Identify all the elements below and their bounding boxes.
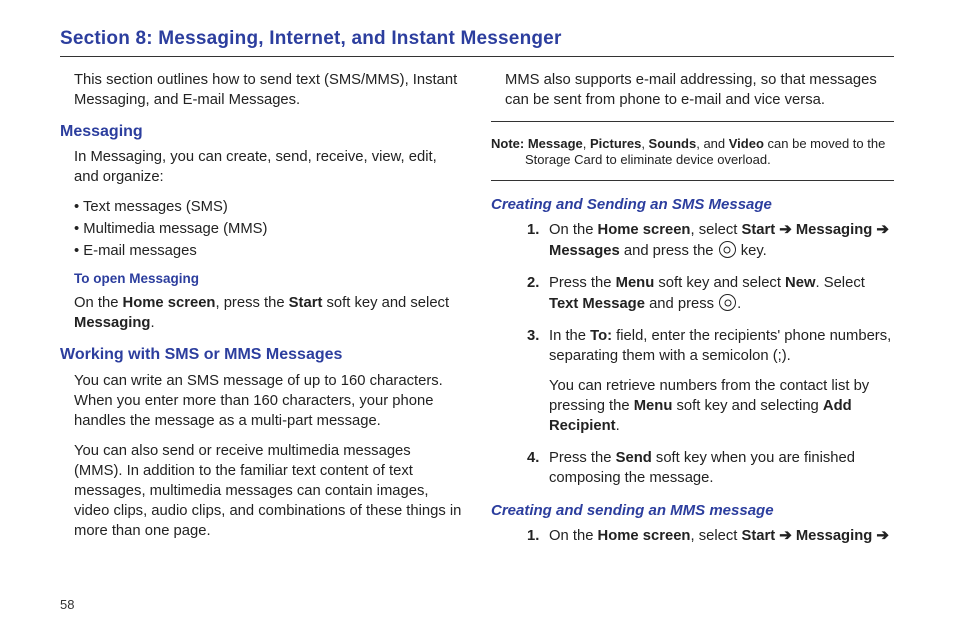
t: , select: [690, 528, 741, 544]
t: .: [737, 296, 741, 312]
mms-steps: 1. On the Home screen, select Start ➔ Me…: [527, 527, 894, 547]
note-rule-top: [491, 121, 894, 122]
t: On the: [549, 222, 598, 238]
t: Start: [741, 222, 775, 238]
sms-step-3: 3. In the To: field, enter the recipient…: [527, 327, 894, 437]
t: ,: [583, 136, 590, 151]
t: and press the: [620, 243, 718, 259]
sms-heading: Creating and Sending an SMS Message: [491, 195, 894, 215]
t: Press the: [549, 275, 616, 291]
note-block: Note: Message, Pictures, Sounds, and Vid…: [491, 136, 894, 169]
t: Menu: [634, 398, 673, 414]
left-column: This section outlines how to send text (…: [60, 71, 463, 560]
sms-step-1: 1. On the Home screen, select Start ➔ Me…: [527, 221, 894, 262]
t: Home screen: [598, 528, 691, 544]
ok-key-icon: [719, 241, 736, 258]
note-rule-bottom: [491, 180, 894, 181]
arrow-icon: ➔: [775, 222, 796, 238]
t: Video: [729, 136, 764, 151]
t: , press the: [215, 295, 288, 311]
messaging-bullets: Text messages (SMS) Multimedia message (…: [74, 198, 463, 262]
step-number: 1.: [527, 221, 549, 262]
t: Send: [616, 450, 652, 466]
arrow-icon: ➔: [775, 528, 796, 544]
t: , and: [696, 136, 729, 151]
t: Start: [741, 528, 775, 544]
t: soft key and select: [322, 295, 449, 311]
sms-steps: 1. On the Home screen, select Start ➔ Me…: [527, 221, 894, 489]
section-rule: [60, 56, 894, 57]
t: To:: [590, 328, 612, 344]
mms-heading: Creating and sending an MMS message: [491, 501, 894, 521]
section-title: Section 8: Messaging, Internet, and Inst…: [60, 26, 894, 52]
t: soft key and select: [654, 275, 785, 291]
t: , select: [690, 222, 741, 238]
t: Messages: [549, 243, 620, 259]
t: Sounds: [649, 136, 697, 151]
working-heading: Working with SMS or MMS Messages: [60, 344, 463, 366]
arrow-icon: ➔: [872, 222, 889, 238]
t: On the: [549, 528, 598, 544]
t: Pictures: [590, 136, 641, 151]
t: Menu: [616, 275, 655, 291]
arrow-icon: ➔: [872, 528, 889, 544]
t: .: [150, 315, 154, 331]
t: Home screen: [598, 222, 691, 238]
t: Text Message: [549, 296, 645, 312]
t: and press: [645, 296, 718, 312]
t: key.: [737, 243, 767, 259]
note-label: Note:: [491, 136, 524, 151]
step-number: 2.: [527, 274, 549, 315]
intro-text: This section outlines how to send text (…: [74, 71, 463, 111]
step-number: 1.: [527, 527, 549, 547]
t: Home screen: [123, 295, 216, 311]
columns: This section outlines how to send text (…: [60, 71, 894, 560]
sms-step-4: 4. Press the Send soft key when you are …: [527, 449, 894, 489]
step-number: 3.: [527, 327, 549, 437]
t: .: [616, 418, 620, 434]
sms-step-2: 2. Press the Menu soft key and select Ne…: [527, 274, 894, 315]
t: soft key and selecting: [672, 398, 823, 414]
ok-key-icon: [719, 294, 736, 311]
t: . Select: [815, 275, 864, 291]
right-column: MMS also supports e-mail addressing, so …: [491, 71, 894, 560]
working-p1: You can write an SMS message of up to 16…: [74, 372, 463, 432]
t: Messaging: [74, 315, 150, 331]
bullet-email: E-mail messages: [74, 242, 463, 262]
bullet-mms: Multimedia message (MMS): [74, 220, 463, 240]
t: New: [785, 275, 815, 291]
page-number: 58: [60, 596, 74, 614]
step-number: 4.: [527, 449, 549, 489]
mms-step-1: 1. On the Home screen, select Start ➔ Me…: [527, 527, 894, 547]
t: Messaging: [796, 222, 872, 238]
t: Press the: [549, 450, 616, 466]
t: Start: [289, 295, 323, 311]
open-messaging-text: On the Home screen, press the Start soft…: [74, 294, 463, 334]
t: Message: [528, 136, 583, 151]
t: Messaging: [796, 528, 872, 544]
t: In the: [549, 328, 590, 344]
bullet-sms: Text messages (SMS): [74, 198, 463, 218]
messaging-p1: In Messaging, you can create, send, rece…: [74, 148, 463, 188]
working-p2: You can also send or receive multimedia …: [74, 442, 463, 542]
open-messaging-heading: To open Messaging: [74, 270, 463, 288]
t: ,: [641, 136, 648, 151]
t: On the: [74, 295, 123, 311]
messaging-heading: Messaging: [60, 121, 463, 143]
mms-intro: MMS also supports e-mail addressing, so …: [505, 71, 894, 111]
